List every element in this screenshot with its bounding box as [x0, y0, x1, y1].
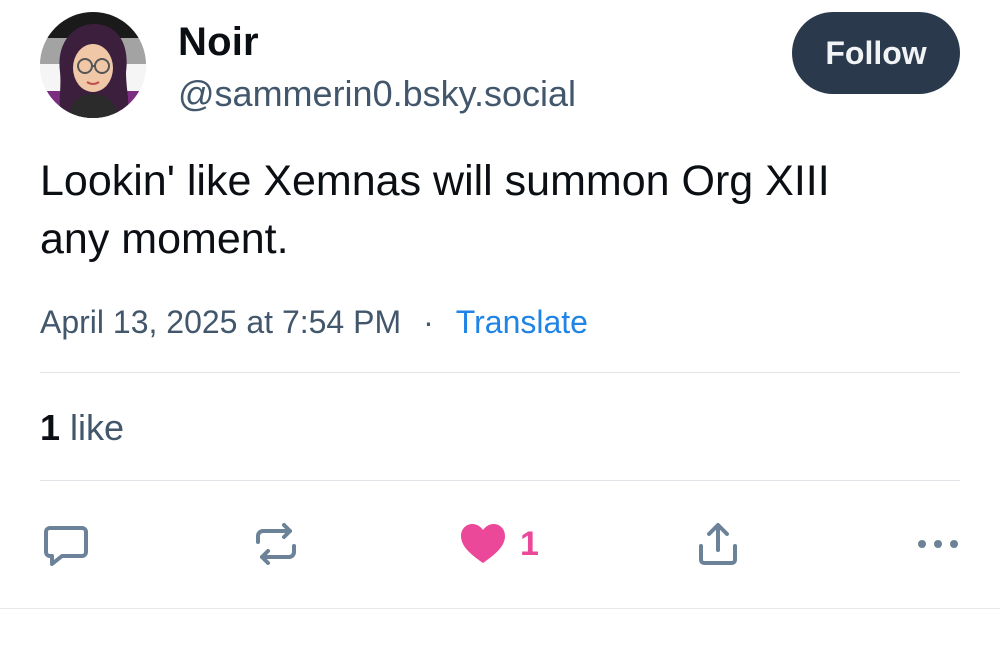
post-meta: April 13, 2025 at 7:54 PM · Translate [40, 300, 588, 344]
author-display-name[interactable]: Noir [178, 18, 576, 66]
like-button[interactable]: 1 [458, 512, 539, 576]
bottom-divider [0, 608, 1000, 609]
meta-separator: · [423, 304, 434, 340]
more-icon [918, 540, 958, 548]
heart-icon [461, 524, 505, 563]
translate-link[interactable]: Translate [456, 304, 588, 340]
reply-button[interactable] [40, 512, 92, 576]
likes-count-label: like [70, 407, 125, 448]
repost-icon [256, 523, 296, 565]
post-text: Lookin' like Xemnas will summon Org XIII… [40, 152, 960, 268]
avatar[interactable] [40, 12, 146, 118]
likes-count[interactable]: 1 like [40, 406, 124, 450]
likes-count-number: 1 [40, 407, 61, 448]
author-names: Noir @sammerin0.bsky.social [178, 18, 576, 116]
repost-button[interactable] [250, 512, 302, 576]
share-icon [699, 523, 737, 565]
follow-button[interactable]: Follow [792, 12, 960, 94]
post-text-line-2: any moment. [40, 215, 289, 263]
share-button[interactable] [692, 512, 744, 576]
divider [40, 480, 960, 481]
post-timestamp[interactable]: April 13, 2025 at 7:54 PM [40, 304, 401, 340]
avatar-image [40, 12, 146, 118]
post-actions-bar: 1 [40, 512, 960, 576]
post-thread-view: Noir @sammerin0.bsky.social Follow Looki… [0, 0, 1000, 648]
like-count: 1 [520, 524, 539, 563]
author-handle[interactable]: @sammerin0.bsky.social [178, 72, 576, 116]
more-options-button[interactable] [916, 512, 960, 576]
reply-icon [44, 526, 88, 566]
post-text-line-1: Lookin' like Xemnas will summon Org XIII [40, 157, 830, 205]
divider [40, 372, 960, 373]
post-header: Noir @sammerin0.bsky.social Follow [40, 12, 960, 122]
